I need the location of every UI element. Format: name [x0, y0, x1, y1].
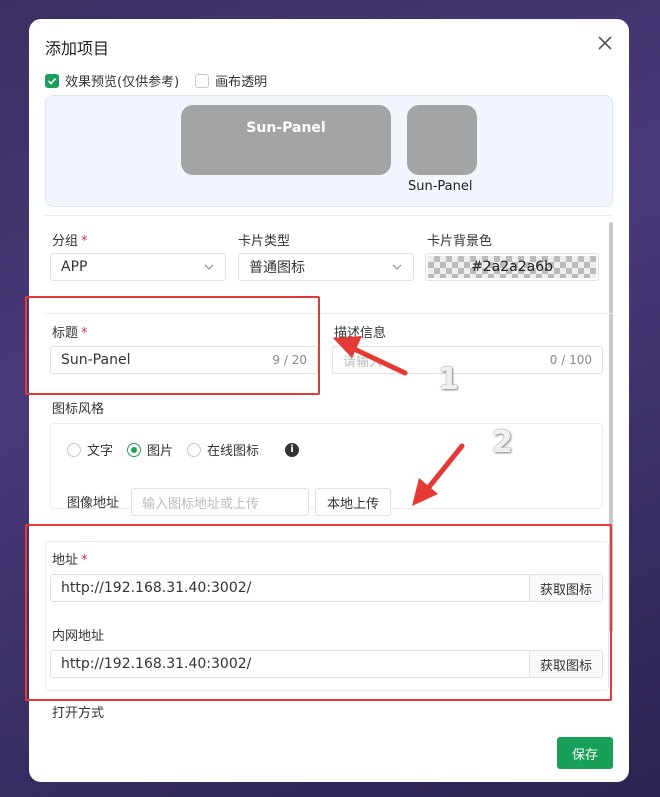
annotation-box-url — [25, 524, 612, 701]
radio-text[interactable] — [67, 442, 81, 457]
preview-small-label: Sun-Panel — [408, 179, 473, 194]
divider — [45, 215, 613, 216]
card-type-label: 卡片类型 — [238, 234, 291, 249]
preview-card-wide: Sun-Panel — [181, 105, 391, 175]
bg-color-value: #2a2a2a6b — [471, 259, 553, 275]
chevron-down-icon — [204, 264, 214, 270]
bg-color-swatch: #2a2a2a6b — [428, 256, 596, 278]
group-select[interactable]: APP — [50, 253, 226, 281]
image-url-label: 图像地址 — [67, 496, 120, 511]
annotation-number-2: 2 — [492, 425, 513, 460]
open-mode-label: 打开方式 — [52, 706, 105, 721]
group-label: 分组 * — [52, 234, 88, 249]
desc-char-count: 0 / 100 — [549, 353, 592, 367]
icon-style-radio-group: 文字 图片 在线图标 i — [67, 440, 300, 459]
modal-title: 添加项目 — [45, 39, 110, 58]
desc-placeholder: 请输入 — [343, 354, 383, 370]
upload-button[interactable]: 本地上传 — [315, 488, 391, 516]
preview-checkbox-label: 效果预览(仅供参考) — [65, 75, 180, 90]
preview-options: 效果预览(仅供参考) 画布透明 — [45, 71, 267, 90]
desc-label: 描述信息 — [334, 326, 387, 341]
bg-color-picker[interactable]: #2a2a2a6b — [425, 253, 599, 281]
preview-card-title: Sun-Panel — [246, 120, 326, 136]
annotation-number-1: 1 — [438, 362, 459, 397]
preview-card-small — [407, 105, 477, 175]
card-type-select-value: 普通图标 — [249, 260, 305, 276]
preview-checkbox[interactable] — [45, 73, 59, 88]
radio-online-icon-label: 在线图标 — [207, 444, 260, 459]
icon-style-label: 图标风格 — [52, 402, 105, 417]
image-url-placeholder: 输入图标地址或上传 — [142, 496, 260, 512]
image-url-input[interactable]: 输入图标地址或上传 — [131, 488, 309, 516]
radio-text-label: 文字 — [87, 444, 114, 459]
radio-image-label: 图片 — [147, 444, 174, 459]
transparent-checkbox-label: 画布透明 — [215, 75, 268, 90]
group-select-value: APP — [61, 259, 88, 275]
chevron-down-icon — [392, 264, 402, 270]
icon-style-box: 文字 图片 在线图标 i 图像地址 输入图标地址或上传 本地上传 — [50, 423, 603, 516]
bg-color-label: 卡片背景色 — [427, 234, 493, 249]
card-type-select[interactable]: 普通图标 — [238, 253, 414, 281]
preview-area: Sun-Panel Sun-Panel — [45, 95, 613, 207]
info-icon[interactable]: i — [285, 442, 300, 457]
save-button[interactable]: 保存 — [557, 737, 613, 769]
close-icon[interactable] — [595, 33, 615, 53]
transparent-checkbox[interactable] — [195, 73, 210, 88]
radio-online-icon[interactable] — [187, 442, 202, 457]
radio-image[interactable] — [127, 442, 142, 457]
desc-input[interactable]: 请输入 0 / 100 — [332, 346, 603, 374]
checkmark-icon — [47, 77, 57, 85]
annotation-box-title — [25, 296, 320, 395]
